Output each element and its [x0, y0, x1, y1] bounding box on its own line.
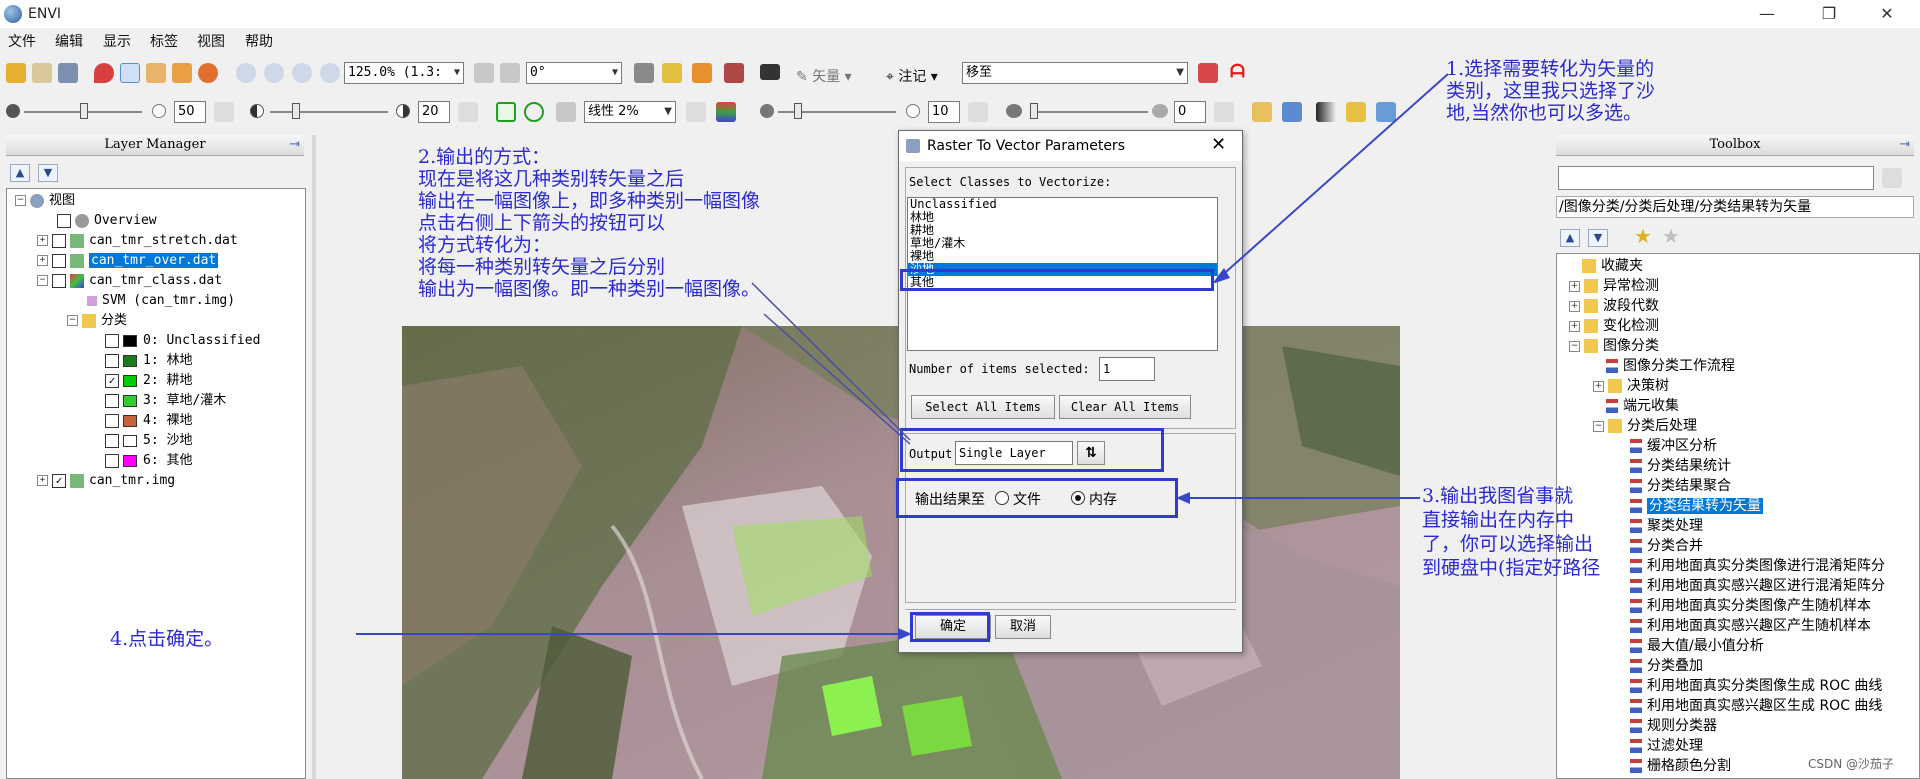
annotation-1: 1.选择需要转化为矢量的 类别，这里我只选择了沙 地,当然你也可以多选。	[1446, 58, 1656, 124]
annotation-4: 4.点击确定。	[110, 628, 224, 650]
watermark: CSDN @沙茄子	[1808, 757, 1895, 771]
annotation-2: 2.输出的方式： 现在是将这几种类别转矢量之后 输出在一幅图像上，即多种类别一幅…	[418, 146, 761, 300]
annotation-3: 3.输出我图省事就 直接输出在内存中 了，你可以选择输出 到硬盘中(指定好路径	[1422, 485, 1601, 579]
